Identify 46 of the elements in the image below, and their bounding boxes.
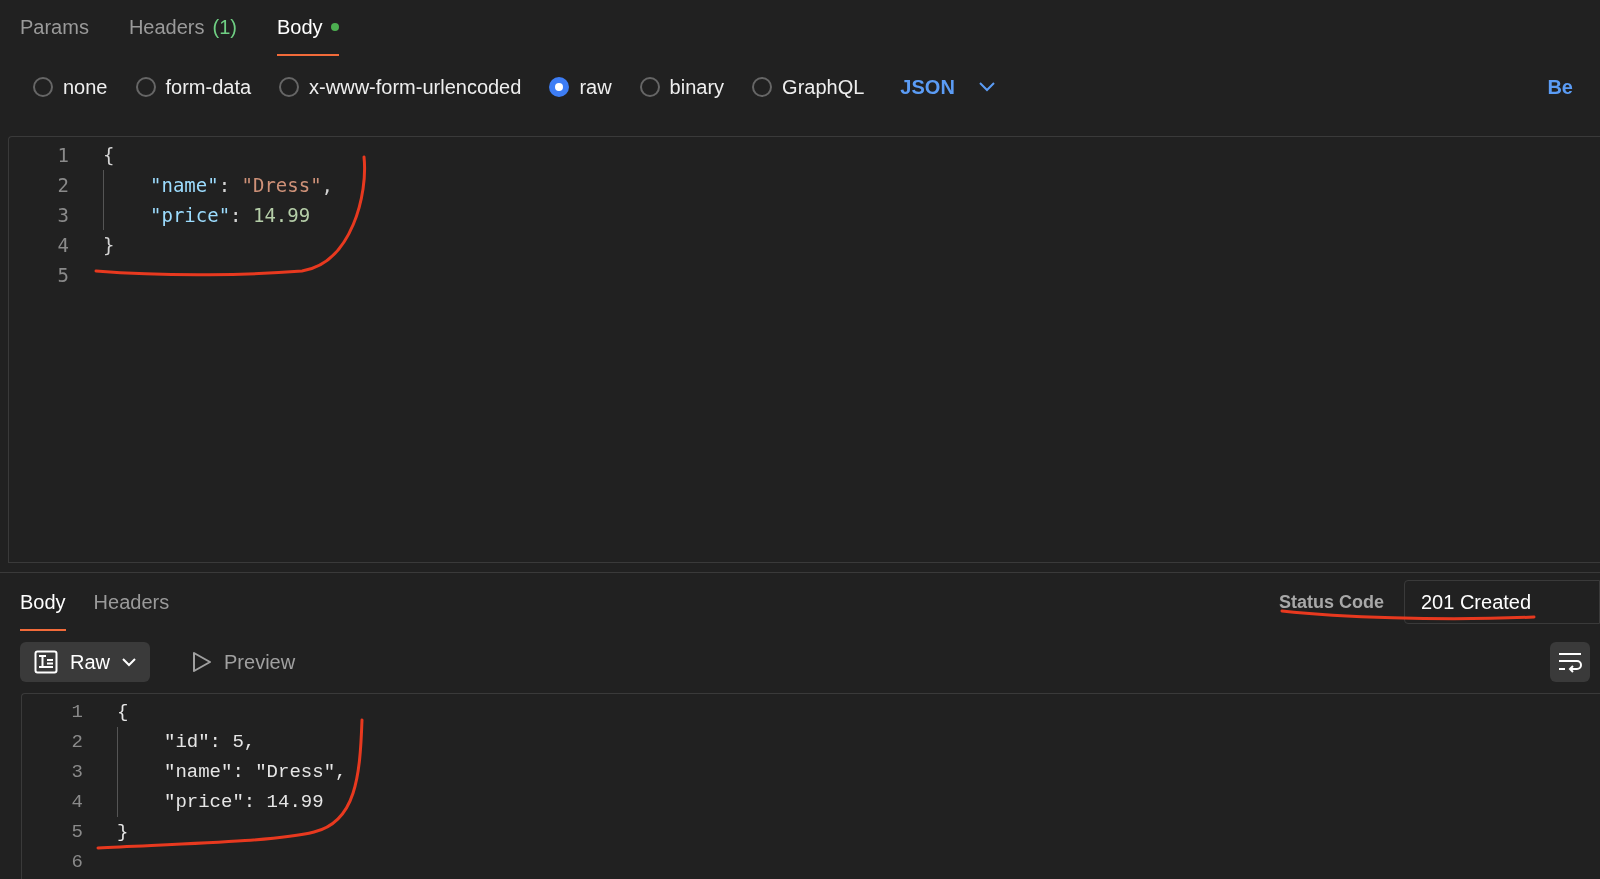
- line-number: 4: [56, 232, 69, 258]
- body-mode-radio[interactable]: raw: [549, 72, 612, 102]
- code-line: "id": 5,: [164, 729, 256, 755]
- code-line: "name": "Dress",: [150, 172, 334, 198]
- request-tab[interactable]: Body: [276, 12, 339, 56]
- code-line: {: [103, 142, 115, 168]
- line-number: 3: [70, 759, 83, 785]
- body-mode-radio[interactable]: binary: [639, 72, 725, 102]
- body-mode-radio[interactable]: none: [33, 72, 108, 102]
- play-icon: [192, 651, 212, 673]
- wrap-lines-button[interactable]: [1550, 642, 1590, 682]
- response-tab[interactable]: Headers: [93, 587, 170, 631]
- view-mode-button[interactable]: Preview: [178, 642, 310, 682]
- status-code-value: 201 Created: [1404, 580, 1600, 624]
- format-dropdown[interactable]: JSON: [900, 72, 995, 102]
- body-mode-radio[interactable]: x-www-form-urlencoded: [279, 72, 522, 102]
- request-tab[interactable]: Headers (1): [128, 12, 237, 56]
- code-line: }: [103, 232, 115, 258]
- code-line: {: [117, 699, 129, 725]
- code-line: }: [117, 819, 129, 845]
- text-format-icon: [34, 650, 58, 674]
- status-code-label: Status Code: [1279, 590, 1384, 614]
- request-tab[interactable]: Params: [20, 12, 89, 56]
- code-line: "price": 14.99: [150, 202, 311, 228]
- line-number: 2: [70, 729, 83, 755]
- line-number: 5: [56, 262, 69, 288]
- response-tab[interactable]: Body: [20, 587, 66, 631]
- line-number: 1: [70, 699, 83, 725]
- line-number: 6: [70, 849, 83, 875]
- line-number: 2: [56, 172, 69, 198]
- line-number: 4: [70, 789, 83, 815]
- line-number: 1: [56, 142, 69, 168]
- code-line: "name": "Dress",: [164, 759, 347, 785]
- view-mode-button[interactable]: Raw: [20, 642, 150, 682]
- body-mode-radio[interactable]: form-data: [135, 72, 252, 102]
- header-count: (1): [212, 15, 237, 40]
- request-editor[interactable]: 1 { 2 "name": "Dress", 3 "price": 14.99 4 } 5: [8, 136, 1600, 563]
- chevron-down-icon: [122, 657, 136, 667]
- chevron-down-icon: [978, 82, 995, 92]
- line-number: 5: [70, 819, 83, 845]
- code-line: "price": 14.99: [164, 789, 324, 815]
- beautify-link[interactable]: Be: [1547, 72, 1573, 102]
- response-editor[interactable]: 1 { 2 "id": 5, 3 "name": "Dress", 4 "price": 14.99 5 } 6: [21, 693, 1600, 879]
- body-mode-radio[interactable]: GraphQL: [752, 72, 865, 102]
- line-number: 3: [56, 202, 69, 228]
- wrap-lines-icon: [1557, 651, 1583, 673]
